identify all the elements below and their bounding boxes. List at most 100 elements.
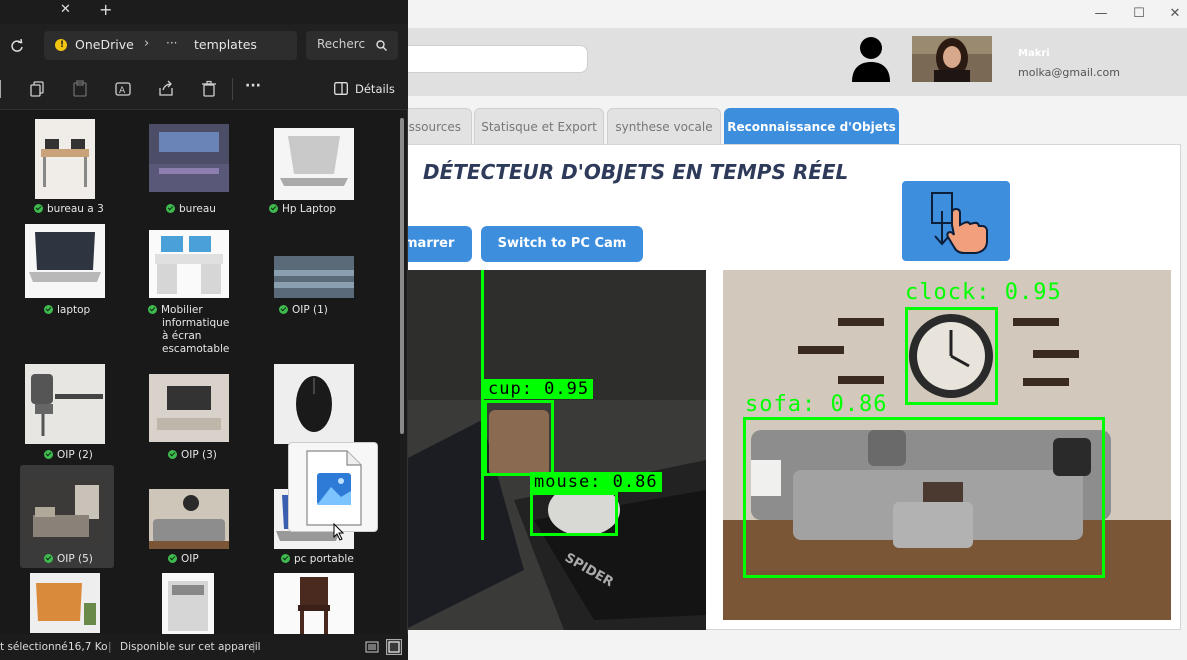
hand-tap-icon bbox=[931, 192, 988, 254]
delete-icon[interactable] bbox=[200, 80, 218, 98]
details-view-icon[interactable] bbox=[365, 640, 379, 654]
user-icon bbox=[852, 37, 890, 82]
cut-icon[interactable] bbox=[0, 80, 6, 98]
tab-synthese-vocale[interactable]: synthese vocale bbox=[607, 108, 721, 144]
large-icons-view-icon[interactable] bbox=[386, 639, 402, 655]
file-label: OIP (1) bbox=[279, 304, 389, 317]
file-item[interactable]: OIP bbox=[134, 465, 229, 568]
breadcrumb-more[interactable]: ··· bbox=[166, 36, 177, 50]
file-item[interactable]: bureau a 3 bbox=[20, 114, 114, 219]
camera-feed-right: clock: 0.95 sofa: 0.86 bbox=[723, 270, 1171, 620]
file-thumbnail bbox=[162, 573, 214, 634]
warning-mark: ! bbox=[60, 40, 65, 50]
status-divider: | bbox=[252, 641, 256, 653]
sync-check-icon bbox=[44, 450, 53, 459]
file-item[interactable] bbox=[259, 568, 354, 634]
sync-check-icon bbox=[148, 305, 157, 314]
detection-box-clock bbox=[905, 307, 998, 405]
file-item[interactable]: OIP (3) bbox=[134, 360, 229, 465]
file-item[interactable]: OIP (1) bbox=[259, 220, 354, 320]
file-thumbnail bbox=[274, 364, 354, 444]
sync-check-icon bbox=[166, 204, 175, 213]
file-item[interactable]: OIP (2) bbox=[20, 360, 114, 465]
status-selected: t sélectionné bbox=[0, 641, 68, 653]
page-title: DÉTECTEUR D'OBJETS EN TEMPS RÉEL bbox=[423, 160, 849, 184]
sync-check-icon bbox=[269, 204, 278, 213]
explorer-tab-bar: ✕ + bbox=[0, 0, 408, 24]
file-explorer-window: ✕ + ! OneDrive › ··· templates Recherc A bbox=[0, 0, 408, 660]
rename-icon[interactable]: A bbox=[114, 80, 132, 98]
file-thumbnail bbox=[274, 128, 354, 200]
tab-reconnaissance-objets[interactable]: Reconnaissance d'Objets bbox=[724, 108, 899, 144]
user-email: molka@gmail.com bbox=[1018, 66, 1120, 79]
more-options-button[interactable]: ··· bbox=[245, 78, 261, 94]
detection-box-cup bbox=[484, 400, 554, 476]
details-pane-icon[interactable] bbox=[334, 82, 348, 95]
file-item[interactable]: Hp Laptop bbox=[259, 114, 354, 219]
file-grid: bureau a 3 bureau Hp Laptop laptop Mobil… bbox=[0, 110, 400, 634]
file-thumbnail bbox=[25, 224, 105, 298]
file-thumbnail bbox=[274, 573, 354, 634]
file-thumbnail bbox=[149, 124, 229, 192]
file-item[interactable]: OIP (5) bbox=[20, 465, 114, 568]
sync-check-icon bbox=[281, 554, 290, 563]
file-item[interactable] bbox=[20, 568, 114, 634]
close-button[interactable]: ✕ bbox=[1160, 4, 1187, 24]
file-item[interactable]: Mobilier informatique à écran escamotabl… bbox=[134, 220, 229, 360]
explorer-toolbar: A ··· Détails bbox=[0, 68, 408, 110]
share-icon[interactable] bbox=[157, 80, 175, 98]
explorer-address-bar: ! OneDrive › ··· templates Recherc bbox=[0, 24, 408, 68]
file-label: Hp Laptop bbox=[269, 203, 379, 216]
file-thumbnail bbox=[25, 479, 105, 545]
breadcrumb[interactable]: ! OneDrive › ··· templates bbox=[44, 31, 297, 60]
sync-check-icon bbox=[44, 305, 53, 314]
tab-statistique-export[interactable]: Statisque et Export bbox=[474, 108, 604, 144]
image-file-icon bbox=[306, 450, 362, 526]
detection-label-mouse: mouse: 0.86 bbox=[530, 472, 662, 492]
file-label: bureau a 3 bbox=[34, 203, 144, 216]
search-icon bbox=[376, 40, 387, 51]
breadcrumb-onedrive[interactable]: OneDrive bbox=[75, 37, 134, 52]
close-tab-button[interactable]: ✕ bbox=[60, 2, 71, 17]
touch-button[interactable] bbox=[902, 181, 1010, 261]
detection-box-mouse bbox=[530, 492, 618, 536]
search-placeholder: Recherc bbox=[317, 37, 366, 51]
refresh-icon[interactable] bbox=[10, 39, 24, 53]
explorer-search-input[interactable]: Recherc bbox=[306, 31, 398, 60]
status-size: 16,7 Ko bbox=[68, 641, 108, 653]
detection-box-sofa bbox=[743, 417, 1105, 578]
file-item[interactable]: bureau bbox=[134, 114, 229, 219]
detection-label-cup: cup: 0.95 bbox=[484, 379, 594, 399]
file-thumbnail bbox=[149, 489, 229, 549]
file-label: pc portable bbox=[281, 553, 391, 566]
mouse-cursor-icon bbox=[333, 523, 345, 541]
details-button[interactable]: Détails bbox=[355, 82, 395, 96]
status-divider: | bbox=[108, 641, 112, 653]
file-label: Mobilier informatique à écran escamotabl… bbox=[148, 304, 229, 356]
paste-icon[interactable] bbox=[71, 80, 89, 98]
sync-check-icon bbox=[168, 450, 177, 459]
switch-to-pc-cam-button[interactable]: Switch to PC Cam bbox=[481, 226, 643, 262]
drag-preview bbox=[288, 442, 378, 541]
detection-label-sofa: sofa: 0.86 bbox=[745, 392, 888, 417]
new-tab-button[interactable]: + bbox=[99, 0, 112, 19]
camera-feed-left: SPIDER cup: 0.95 mouse: 0.86 bbox=[404, 270, 706, 630]
toolbar-divider bbox=[232, 78, 233, 100]
file-item[interactable] bbox=[134, 568, 228, 634]
search-input[interactable] bbox=[380, 45, 588, 73]
file-thumbnail bbox=[30, 573, 100, 633]
status-bar: t sélectionné 16,7 Ko | Disponible sur c… bbox=[0, 634, 408, 660]
maximize-button[interactable]: ☐ bbox=[1124, 4, 1154, 24]
minimize-button[interactable]: — bbox=[1086, 4, 1116, 24]
breadcrumb-templates[interactable]: templates bbox=[194, 37, 257, 52]
sync-check-icon bbox=[168, 554, 177, 563]
svg-text:A: A bbox=[119, 86, 126, 96]
file-item[interactable]: laptop bbox=[20, 220, 114, 320]
detection-label-clock: clock: 0.95 bbox=[905, 280, 1062, 305]
breadcrumb-separator: › bbox=[144, 36, 150, 51]
start-button[interactable]: marrer bbox=[404, 226, 472, 262]
file-thumbnail bbox=[35, 119, 95, 199]
copy-icon[interactable] bbox=[29, 80, 47, 98]
tab-ressources[interactable]: ssources bbox=[404, 108, 472, 144]
scrollbar[interactable] bbox=[400, 118, 404, 434]
